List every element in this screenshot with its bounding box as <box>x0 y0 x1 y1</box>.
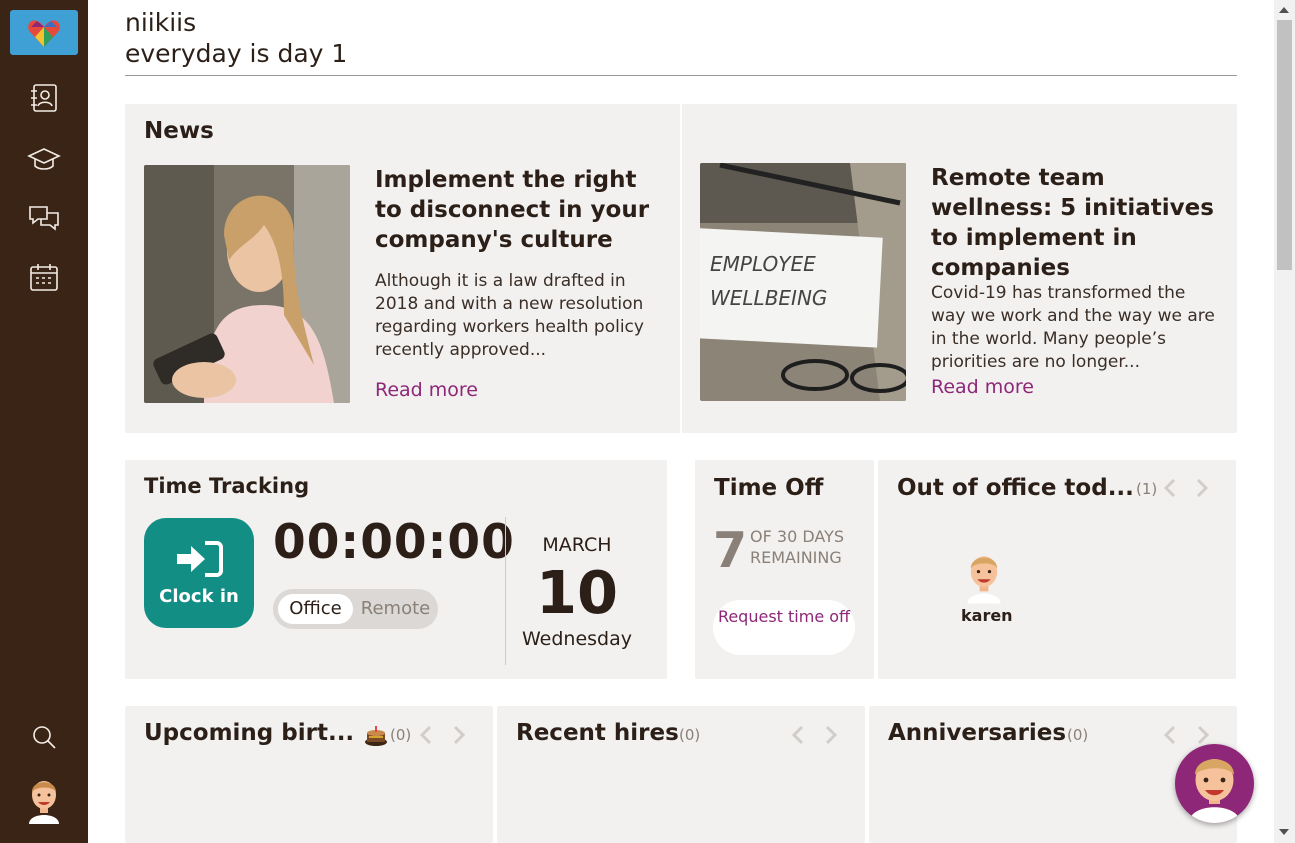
recent-hires-title: Recent hires <box>516 720 679 746</box>
sidebar <box>0 0 88 843</box>
calendar-icon[interactable] <box>24 257 64 297</box>
clock-in-label: Clock in <box>159 586 239 607</box>
chevron-right-icon[interactable] <box>448 723 468 747</box>
assistant-chat-button[interactable] <box>1175 744 1254 823</box>
time-off-title: Time Off <box>714 475 824 501</box>
timer-display: 00:00:00 <box>273 515 515 570</box>
news-card: News Implement the right to disconnect i… <box>125 104 1237 433</box>
scroll-thumb[interactable] <box>1277 20 1292 270</box>
chevron-right-icon[interactable] <box>1191 476 1211 500</box>
graduation-cap-icon[interactable] <box>24 139 64 179</box>
chevron-left-icon[interactable] <box>789 723 809 747</box>
recent-hires-card: Recent hires (0) <box>497 706 865 843</box>
logo[interactable] <box>10 10 78 55</box>
recent-hires-count: (0) <box>679 726 701 744</box>
assistant-avatar-icon <box>1189 759 1240 823</box>
current-weekday: Wednesday <box>521 628 632 650</box>
days-remaining-count: 7 <box>713 522 748 579</box>
chevron-left-icon[interactable] <box>1161 723 1181 747</box>
date-separator <box>505 517 506 665</box>
current-day: 10 <box>535 558 619 627</box>
out-of-office-title: Out of office tod... <box>897 475 1134 501</box>
chat-icon[interactable] <box>24 198 64 238</box>
clock-in-button[interactable]: Clock in <box>144 518 254 628</box>
news-image-woman-phone[interactable] <box>144 165 350 403</box>
news-excerpt: Although it is a law drafted in 2018 and… <box>375 271 644 360</box>
out-of-office-card: Out of office tod... (1) karen <box>878 460 1236 679</box>
header-divider <box>125 75 1237 76</box>
scroll-down-arrow-icon[interactable] <box>1279 829 1289 835</box>
chevron-left-icon[interactable] <box>1161 476 1181 500</box>
toggle-remote[interactable]: Remote <box>358 594 433 624</box>
request-time-off-button[interactable]: Request time off <box>713 600 855 655</box>
out-of-office-count: (1) <box>1136 480 1158 498</box>
sign-in-icon <box>177 541 223 577</box>
heart-logo-icon <box>28 19 60 47</box>
birthdays-count: (0) <box>390 726 412 744</box>
news-image-employee-wellbeing[interactable]: EMPLOYEE WELLBEING <box>700 163 906 401</box>
chevron-right-icon[interactable] <box>820 723 840 747</box>
upcoming-birthdays-card: Upcoming birt... (0) <box>125 706 493 843</box>
time-tracking-card: Time Tracking Clock in 00:00:00 Office R… <box>125 460 667 679</box>
read-more-link[interactable]: Read more <box>375 379 478 401</box>
news-headline[interactable]: Remote team wellness: 5 initiatives to i… <box>931 163 1221 283</box>
time-tracking-title: Time Tracking <box>144 474 310 498</box>
news-divider <box>680 104 682 433</box>
person-avatar[interactable] <box>962 548 1006 604</box>
company-name: niikiis <box>125 8 197 37</box>
person-name: karen <box>961 606 1013 625</box>
current-month: MARCH <box>542 534 612 556</box>
cake-icon <box>364 723 388 747</box>
anniversaries-title: Anniversaries <box>888 720 1067 746</box>
news-excerpt: Covid-19 has transformed the way we work… <box>931 283 1215 372</box>
company-motto: everyday is day 1 <box>125 39 348 68</box>
image-text-employee: EMPLOYEE <box>710 252 816 276</box>
birthdays-title: Upcoming birt... <box>144 720 355 746</box>
days-remaining-text: OF 30 DAYS REMAINING <box>750 527 844 567</box>
news-headline[interactable]: Implement the right to disconnect in you… <box>375 165 665 255</box>
chevron-left-icon[interactable] <box>417 723 437 747</box>
scrollbar[interactable] <box>1274 0 1295 843</box>
anniversaries-count: (0) <box>1067 726 1089 744</box>
image-text-wellbeing: WELLBEING <box>710 286 827 310</box>
read-more-link[interactable]: Read more <box>931 376 1034 398</box>
directory-icon[interactable] <box>24 78 64 118</box>
time-off-card: Time Off 7 OF 30 DAYS REMAINING Request … <box>695 460 874 679</box>
news-title: News <box>144 118 214 144</box>
search-icon[interactable] <box>24 717 64 757</box>
work-location-toggle[interactable]: Office Remote <box>273 589 438 629</box>
scroll-up-arrow-icon[interactable] <box>1279 7 1289 13</box>
toggle-office[interactable]: Office <box>278 594 353 624</box>
user-avatar[interactable] <box>24 774 64 824</box>
